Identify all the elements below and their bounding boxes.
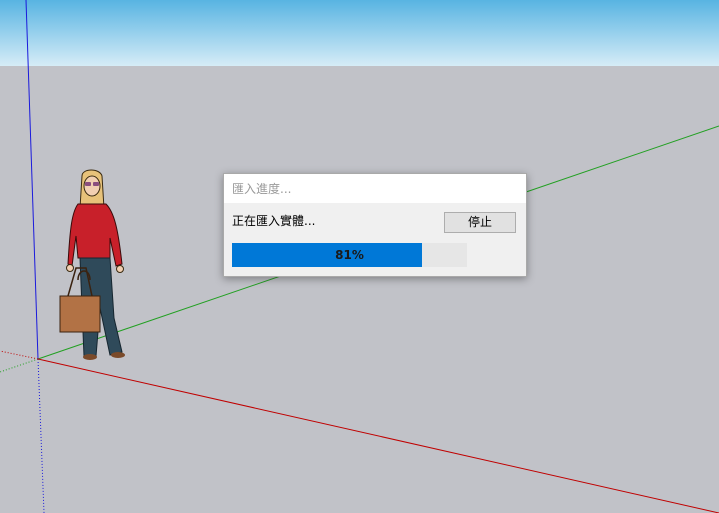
dialog-title: 匯入進度... <box>232 182 292 196</box>
blue-axis <box>25 0 39 360</box>
blue-axis-negative <box>37 358 45 513</box>
progress-percent-label: 81% <box>335 248 364 262</box>
green-axis-negative <box>0 358 39 373</box>
stop-button[interactable]: 停止 <box>444 212 516 233</box>
red-axis <box>37 358 719 513</box>
status-text: 正在匯入實體... <box>232 214 316 228</box>
dialog-titlebar[interactable]: 匯入進度... <box>224 174 526 203</box>
scale-figure-icon[interactable] <box>52 168 132 363</box>
import-progress-dialog: 匯入進度... 正在匯入實體... 停止 81% <box>223 173 527 277</box>
red-axis-negative <box>0 350 39 360</box>
progress-bar: 81% <box>232 243 467 267</box>
